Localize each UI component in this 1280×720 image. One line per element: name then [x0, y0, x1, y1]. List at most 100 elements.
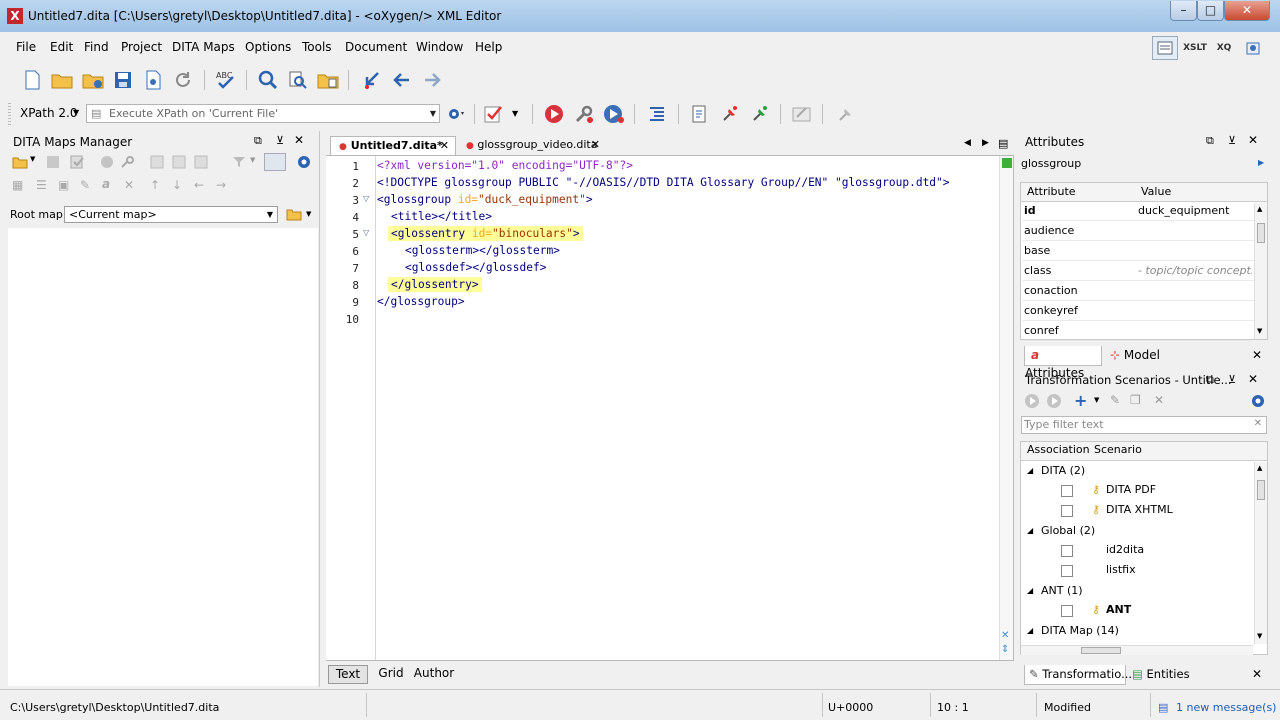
scroll-thumb[interactable] [1081, 647, 1121, 654]
close-panel-icon[interactable]: ✕ [1248, 372, 1258, 386]
spell-check-icon[interactable]: ABC [214, 68, 238, 92]
col-header-association[interactable]: Association [1027, 443, 1090, 456]
validate-icon[interactable] [482, 102, 506, 126]
chevron-right-icon[interactable]: ▶ [1258, 158, 1264, 167]
menu-document[interactable]: Document [345, 40, 407, 54]
reload-icon[interactable] [171, 68, 195, 92]
scenario-checkbox[interactable] [1061, 485, 1073, 497]
red-pin-icon[interactable] [718, 102, 742, 126]
scenario-group-ant[interactable]: ANT (1) [1041, 583, 1083, 599]
scenarios-scrollbar[interactable]: ▲ ▼ [1254, 462, 1267, 644]
col-header-scenario[interactable]: Scenario [1094, 443, 1142, 456]
clear-filter-icon[interactable]: ✕ [1254, 418, 1262, 429]
scenario-item[interactable]: DITA XHTML [1106, 502, 1173, 518]
fold-toggle-icon[interactable]: ▽ [363, 194, 369, 203]
menu-project[interactable]: Project [121, 40, 162, 54]
new-file-icon[interactable] [20, 68, 44, 92]
chevron-down-icon[interactable]: ▼ [306, 210, 311, 218]
close-tab-icon[interactable]: ✕ [591, 136, 600, 153]
menu-edit[interactable]: Edit [50, 40, 73, 54]
tab-attributes[interactable]: a Attributes [1024, 346, 1102, 380]
root-map-select[interactable]: <Current map> ▼ [64, 206, 278, 223]
open-url-icon[interactable] [81, 68, 105, 92]
attribute-row[interactable]: conkeyref [1022, 302, 1254, 321]
messages-icon[interactable]: ▤ [1158, 701, 1168, 714]
attribute-row[interactable]: class - topic/topic concept... [1022, 262, 1254, 281]
close-tab-icon[interactable]: ✕ [440, 137, 449, 154]
scenario-checkbox[interactable] [1061, 505, 1073, 517]
col-header-attribute[interactable]: Attribute [1027, 185, 1076, 198]
collapse-group-icon[interactable]: ◢ [1027, 623, 1033, 639]
open-map-folder-icon[interactable] [12, 155, 28, 172]
pin-panel-icon[interactable]: ⊻ [1228, 373, 1236, 386]
format-indent-icon[interactable] [645, 102, 669, 126]
col-header-value[interactable]: Value [1141, 185, 1171, 198]
scroll-thumb[interactable] [1257, 480, 1265, 500]
tab-transformation-scenarios[interactable]: ✎ Transformatio... [1024, 665, 1132, 685]
database-perspective-button[interactable] [1240, 36, 1266, 60]
tab-untitled7[interactable]: ● Untitled7.dita* ✕ [330, 136, 456, 155]
green-pin-icon[interactable] [748, 102, 772, 126]
attribute-row[interactable]: conref [1022, 322, 1254, 341]
scenario-group-dita[interactable]: DITA (2) [1041, 463, 1085, 479]
scenarios-settings-gear-icon[interactable] [1250, 393, 1266, 412]
pin-panel-icon[interactable]: ⊻ [1228, 134, 1236, 147]
scroll-up-icon[interactable]: ▲ [1257, 464, 1262, 472]
xml-refactoring-icon[interactable] [688, 102, 712, 126]
maximize-button[interactable]: □ [1197, 1, 1224, 21]
chevron-down-icon[interactable]: ▼ [512, 109, 518, 118]
status-messages-link[interactable]: 1 new message(s) [1176, 701, 1276, 714]
oxygen-app-icon[interactable]: X [7, 8, 23, 24]
fold-toggle-icon[interactable]: ▽ [363, 228, 369, 237]
dita-map-tree[interactable] [8, 228, 318, 686]
xquery-debugger-button[interactable]: XQ [1211, 36, 1237, 60]
debug-scenario-icon[interactable] [602, 102, 626, 126]
attribute-value[interactable]: duck_equipment [1138, 202, 1252, 220]
mode-tab-text[interactable]: Text [328, 665, 368, 684]
save-icon[interactable] [111, 68, 135, 92]
scroll-down-icon[interactable]: ▼ [1257, 632, 1262, 640]
maps-settings-gear-icon[interactable] [296, 154, 312, 173]
close-panel-icon[interactable]: ✕ [1252, 667, 1262, 681]
menu-file[interactable]: File [16, 40, 36, 54]
back-arrow-icon[interactable] [390, 68, 414, 92]
editor-vertical-scrollbar[interactable]: ✕ ⇕ [999, 156, 1013, 660]
xpath-settings-gear-icon[interactable] [444, 102, 468, 126]
attributes-scrollbar[interactable]: ▲ ▼ [1254, 203, 1267, 339]
close-panel-icon[interactable]: ✕ [1248, 133, 1258, 147]
collapse-group-icon[interactable]: ◢ [1027, 523, 1033, 539]
menu-options[interactable]: Options [245, 40, 291, 54]
menu-help[interactable]: Help [475, 40, 502, 54]
attribute-row[interactable]: conaction [1022, 282, 1254, 301]
scroll-down-icon[interactable]: ▼ [1257, 327, 1262, 335]
chevron-down-icon[interactable]: ▼ [430, 105, 436, 122]
attribute-value[interactable]: - topic/topic concept... [1138, 262, 1252, 280]
pin-panel-icon[interactable]: ⊻ [276, 134, 284, 147]
scenario-checkbox[interactable] [1061, 605, 1073, 617]
tab-entities[interactable]: ▤ Entities [1132, 665, 1202, 685]
mode-tab-author[interactable]: Author [412, 665, 456, 684]
scroll-up-icon[interactable]: ▲ [1257, 205, 1262, 213]
scroll-thumb[interactable] [1257, 223, 1265, 243]
open-find-resource-icon[interactable] [316, 68, 340, 92]
link-with-editor-icon[interactable] [264, 153, 286, 171]
close-window-button[interactable]: ✕ [1224, 1, 1270, 21]
xslt-debugger-button[interactable]: XSLT [1182, 36, 1208, 60]
menu-find[interactable]: Find [84, 40, 109, 54]
open-root-map-folder-icon[interactable] [286, 207, 302, 224]
tab-scroll-right-icon[interactable]: ▶ [982, 138, 989, 148]
mode-tab-grid[interactable]: Grid [374, 665, 408, 684]
menu-window[interactable]: Window [416, 40, 463, 54]
scenario-item[interactable]: ANT [1106, 602, 1131, 618]
find-icon[interactable] [256, 68, 280, 92]
restore-panel-icon[interactable]: ⧉ [1206, 373, 1214, 387]
collapse-icon[interactable]: ✕ [1001, 630, 1009, 641]
scenario-checkbox[interactable] [1061, 565, 1073, 577]
add-scenario-icon[interactable]: + [1074, 391, 1087, 410]
scenario-item[interactable]: id2dita [1106, 542, 1144, 558]
tab-glossgroup-video[interactable]: ● glossgroup_video.dita ✕ [458, 136, 606, 155]
tab-model[interactable]: ⊹ Model [1106, 346, 1162, 366]
scenarios-hscrollbar[interactable] [1021, 645, 1253, 655]
restore-panel-icon[interactable]: ⧉ [1206, 134, 1214, 148]
scenario-group-global[interactable]: Global (2) [1041, 523, 1095, 539]
